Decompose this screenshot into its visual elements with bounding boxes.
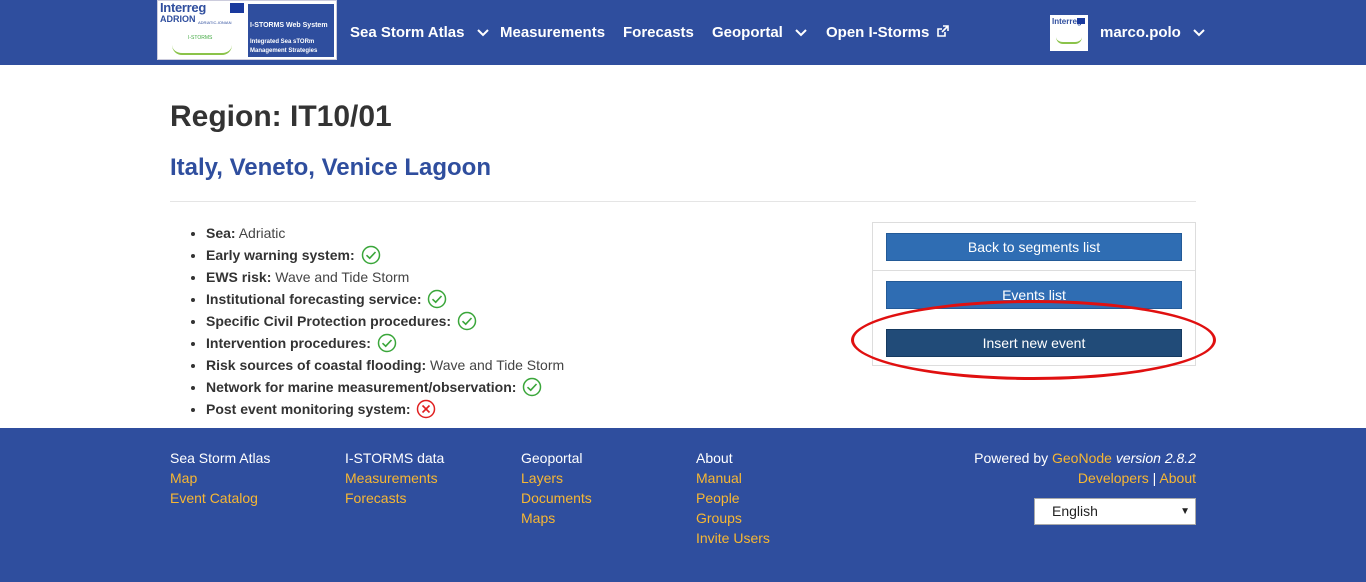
info-item: Early warning system: [206, 244, 564, 266]
check-circle-icon [425, 290, 447, 309]
info-item: Institutional forecasting service: [206, 288, 564, 310]
powered-by-text: Powered by [974, 450, 1049, 466]
adrion-text: ADRION [160, 14, 196, 24]
nav-measurements[interactable]: Measurements [500, 22, 605, 44]
geonode-link[interactable]: GeoNode [1052, 450, 1112, 466]
nav-sea-storm-atlas-label: Sea Storm Atlas [350, 24, 465, 41]
check-circle-icon [375, 334, 397, 353]
footer-link-groups[interactable]: Groups [696, 508, 770, 528]
footer-link-layers[interactable]: Layers [521, 468, 592, 488]
powered-by: Powered by GeoNode version 2.8.2 Develop… [974, 448, 1196, 488]
info-value: Wave and Tide Storm [275, 269, 410, 285]
info-label: EWS risk: [206, 269, 272, 285]
chevron-down-icon [795, 29, 807, 37]
nav-forecasts[interactable]: Forecasts [623, 22, 694, 44]
chevron-down-icon [476, 29, 489, 37]
footer-col-about: About Manual People Groups Invite Users [696, 448, 770, 548]
developers-link[interactable]: Developers [1078, 470, 1149, 486]
wave-icon [1056, 37, 1082, 44]
nav-geoportal-label: Geoportal [712, 24, 783, 41]
footer-heading: About [696, 450, 733, 466]
language-selected: English [1052, 503, 1098, 519]
tagline-text: Integrated Sea sTORm Management Strategi… [250, 39, 318, 54]
adriatic-text: ADRIATIC-IONIAN [198, 20, 232, 25]
nav-sea-storm-atlas[interactable]: Sea Storm Atlas [350, 22, 489, 44]
footer-link-forecasts[interactable]: Forecasts [345, 488, 444, 508]
info-item: Specific Civil Protection procedures: [206, 310, 564, 332]
info-item: Risk sources of coastal flooding: Wave a… [206, 354, 564, 376]
wave-icon [172, 45, 232, 55]
info-item: Sea: Adriatic [206, 222, 564, 244]
nav-open-istorms[interactable]: Open I-Storms [826, 22, 949, 44]
check-circle-icon [520, 378, 542, 397]
info-label: Sea: [206, 225, 236, 241]
footer-link-map[interactable]: Map [170, 468, 270, 488]
nav-measurements-label: Measurements [500, 24, 606, 41]
about-link[interactable]: About [1159, 470, 1196, 486]
chevron-down-icon [1193, 29, 1205, 37]
region-info-list: Sea: Adriatic Early warning system: EWS r… [170, 222, 564, 420]
user-menu[interactable]: marco.polo [1100, 22, 1205, 44]
footer-link-invite-users[interactable]: Invite Users [696, 528, 770, 548]
footer-col-geoportal: Geoportal Layers Documents Maps [521, 448, 592, 528]
info-label: Risk sources of coastal flooding: [206, 357, 427, 373]
web-system-logo: I-STORMS Web System Integrated Sea sTORm… [248, 4, 334, 57]
info-item: Intervention procedures: [206, 332, 564, 354]
panel-divider [873, 270, 1195, 271]
interreg-text: Interreg [160, 0, 207, 15]
nav-geoportal[interactable]: Geoportal [712, 22, 807, 44]
select-arrow-icon: ▼ [1180, 506, 1190, 517]
footer-link-documents[interactable]: Documents [521, 488, 592, 508]
external-link-icon [936, 25, 949, 37]
footer-col-atlas: Sea Storm Atlas Map Event Catalog [170, 448, 270, 508]
info-label: Post event monitoring system: [206, 401, 411, 417]
footer-link-maps[interactable]: Maps [521, 508, 592, 528]
back-to-segments-button[interactable]: Back to segments list [886, 233, 1182, 261]
top-navbar: Interreg ADRION ADRIATIC-IONIAN I-STORMS… [0, 0, 1366, 65]
info-value: Wave and Tide Storm [430, 357, 565, 373]
info-label: Network for marine measurement/observati… [206, 379, 517, 395]
footer-col-data: I-STORMS data Measurements Forecasts [345, 448, 444, 508]
separator: | [1152, 470, 1157, 486]
footer-link-event-catalog[interactable]: Event Catalog [170, 488, 270, 508]
footer-heading: I-STORMS data [345, 450, 445, 466]
footer-link-manual[interactable]: Manual [696, 468, 770, 488]
page-title: Region: IT10/01 [170, 100, 392, 133]
interreg-logo: Interreg ADRION ADRIATIC-IONIAN I-STORMS [158, 0, 246, 59]
username: marco.polo [1100, 24, 1181, 41]
info-item: Post event monitoring system: [206, 398, 564, 420]
highlight-annotation [851, 300, 1216, 380]
version-text: version 2.8.2 [1115, 450, 1196, 466]
info-item: EWS risk: Wave and Tide Storm [206, 266, 564, 288]
info-label: Intervention procedures: [206, 335, 371, 351]
eu-flag-icon [230, 3, 244, 13]
info-label: Specific Civil Protection procedures: [206, 313, 452, 329]
eu-flag-icon [1077, 18, 1085, 24]
x-circle-icon [414, 400, 436, 419]
footer-link-measurements[interactable]: Measurements [345, 468, 444, 488]
info-label: Institutional forecasting service: [206, 291, 422, 307]
nav-forecasts-label: Forecasts [623, 24, 694, 41]
footer-heading: Sea Storm Atlas [170, 450, 271, 466]
check-circle-icon [455, 312, 477, 331]
nav-open-istorms-label: Open I-Storms [826, 24, 930, 41]
istorms-text: I-STORMS [188, 35, 213, 41]
language-select[interactable]: English ▼ [1034, 498, 1196, 525]
info-value: Adriatic [238, 225, 286, 241]
brand-logo[interactable]: Interreg ADRION ADRIATIC-IONIAN I-STORMS… [157, 0, 337, 60]
divider [170, 201, 1196, 202]
user-avatar[interactable]: Interreg [1050, 15, 1088, 51]
info-item: Network for marine measurement/observati… [206, 376, 564, 398]
page-subtitle: Italy, Veneto, Venice Lagoon [170, 154, 491, 181]
footer-link-people[interactable]: People [696, 488, 770, 508]
footer-heading: Geoportal [521, 450, 583, 466]
check-circle-icon [359, 246, 381, 265]
info-label: Early warning system: [206, 247, 355, 263]
web-system-text: I-STORMS Web System [250, 22, 328, 29]
